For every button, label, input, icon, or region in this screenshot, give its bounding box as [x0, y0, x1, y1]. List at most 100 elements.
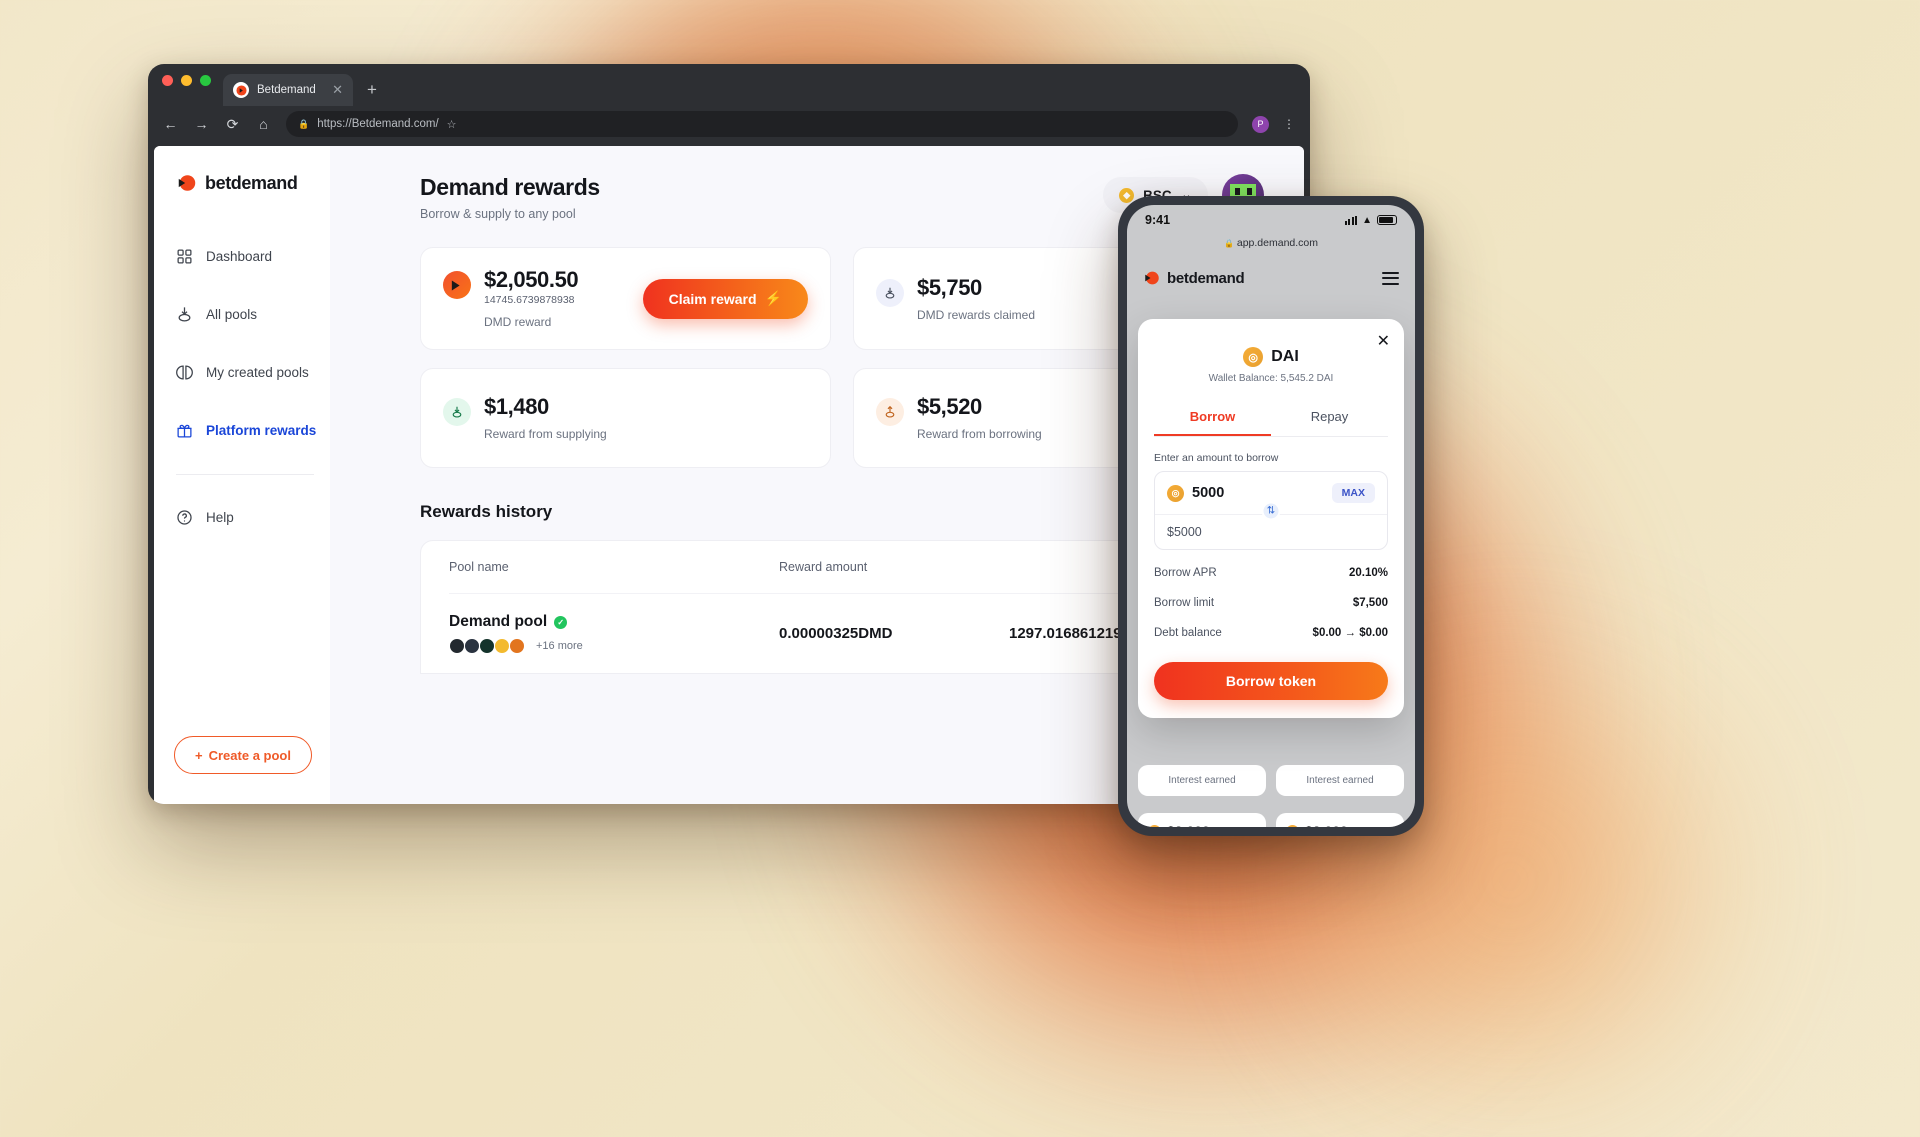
amount-field-label: Enter an amount to borrow — [1154, 452, 1279, 464]
bookmark-star-icon[interactable]: ☆ — [447, 118, 457, 131]
menu-icon[interactable]: ⋮ — [1283, 117, 1296, 131]
phone-mockup: 9:41 ▲ 🔒 app.demand.com betdemand Intere… — [1118, 196, 1424, 836]
pool-cell: Demand pool ✓ +16 more — [449, 613, 779, 655]
battery-icon — [1377, 215, 1397, 225]
window-controls[interactable] — [162, 64, 211, 106]
detail-key: Debt balance — [1154, 627, 1222, 639]
maximize-window-button[interactable] — [200, 74, 211, 86]
sidebar-item-platform-rewards[interactable]: Platform rewards — [154, 410, 330, 450]
status-time: 9:41 — [1145, 213, 1171, 227]
phone-url-bar[interactable]: 🔒 app.demand.com — [1127, 235, 1415, 257]
token-avatar — [494, 638, 510, 655]
detail-key: Borrow APR — [1154, 567, 1217, 579]
address-bar[interactable]: 🔒 https://Betdemand.com/ ☆ — [286, 111, 1238, 137]
token-symbol: DAI — [1271, 348, 1299, 365]
behind-interest-labels: Interest earned Interest earned — [1138, 765, 1404, 796]
avatar[interactable]: P — [1252, 115, 1269, 133]
detail-row-borrow-apr: Borrow APR 20.10% — [1154, 558, 1388, 588]
app-name: betdemand — [1167, 269, 1245, 287]
sidebar-item-label: Platform rewards — [206, 422, 317, 438]
reward-value-cell: 1297.0168612191 — [1009, 625, 1130, 643]
question-circle-icon — [176, 509, 193, 526]
pool-name-label: Demand pool — [449, 613, 548, 631]
sidebar-item-label: My created pools — [206, 364, 309, 380]
column-header-reward-amount: Reward amount — [779, 560, 868, 575]
detail-row-borrow-limit: Borrow limit $7,500 — [1154, 588, 1388, 618]
lightning-icon: ⚡ — [764, 290, 782, 307]
wallet-balance: Wallet Balance: 5,545.2 DAI — [1208, 373, 1334, 384]
card-amount: $2,050.50 — [484, 267, 579, 292]
browser-tab[interactable]: Betdemand ✕ — [223, 74, 353, 106]
card-amount: $1,480 — [484, 394, 549, 420]
sidebar-item-dashboard[interactable]: Dashboard — [154, 236, 330, 276]
tab-borrow[interactable]: Borrow — [1154, 400, 1271, 436]
claim-reward-button[interactable]: Claim reward ⚡ — [642, 278, 808, 319]
interest-earned-label: Interest earned — [1306, 775, 1374, 786]
dmd-token-icon — [443, 271, 471, 299]
sidebar: betdemand Dashboard All pools My created… — [154, 146, 330, 804]
behind-interest-values: $2,000 $2,000 — [1138, 813, 1404, 827]
amount-input[interactable]: 5000 — [1192, 485, 1224, 501]
back-icon[interactable]: ← — [162, 116, 179, 132]
token-avatar — [479, 638, 495, 655]
borrow-modal: ✕ ◎ DAI Wallet Balance: 5,545.2 DAI Borr… — [1138, 319, 1404, 718]
sidebar-item-help[interactable]: Help — [154, 497, 330, 537]
pool-name: Demand pool ✓ — [449, 613, 779, 631]
max-button[interactable]: MAX — [1331, 483, 1375, 503]
token-icon — [1286, 824, 1299, 827]
claimed-icon — [876, 278, 904, 307]
app-logo[interactable]: betdemand — [1143, 269, 1245, 287]
pool-token-avatars: +16 more — [449, 638, 779, 655]
reload-icon[interactable]: ⟳ — [224, 116, 241, 133]
interest-earned-value: $2,000 — [1305, 823, 1348, 827]
sidebar-item-label: Help — [206, 509, 234, 525]
betdemand-logo-icon — [176, 172, 198, 194]
page-subtitle: Borrow & supply to any pool — [420, 207, 576, 221]
supply-reward-card: $1,480 Reward from supplying — [420, 368, 831, 469]
phone-url-text: app.demand.com — [1236, 237, 1319, 249]
minimize-window-button[interactable] — [181, 74, 192, 86]
plus-icon: + — [195, 747, 203, 763]
interest-earned-value: $2,000 — [1167, 823, 1210, 827]
sidebar-item-my-created-pools[interactable]: My created pools — [154, 352, 330, 392]
token-avatar — [449, 638, 465, 655]
hamburger-menu-icon[interactable] — [1382, 271, 1399, 285]
tab-title: Betdemand — [257, 84, 316, 96]
browser-urlbar: ← → ⟳ ⌂ 🔒 https://Betdemand.com/ ☆ P ⋮ — [148, 106, 1310, 142]
token-avatar — [464, 638, 480, 655]
new-tab-button[interactable]: + — [367, 80, 377, 106]
dai-token-icon: ◎ — [1243, 347, 1264, 367]
interest-earned-label-card: Interest earned — [1276, 765, 1404, 796]
sidebar-item-label: Dashboard — [206, 248, 273, 264]
app-logo[interactable]: betdemand — [154, 172, 330, 194]
supply-icon — [443, 398, 471, 427]
close-icon[interactable]: ✕ — [332, 82, 343, 98]
avatar-eye-right — [1247, 188, 1252, 195]
verified-badge-icon: ✓ — [554, 615, 568, 629]
signal-icon — [1344, 215, 1358, 225]
tab-repay[interactable]: Repay — [1271, 400, 1388, 436]
sidebar-item-all-pools[interactable]: All pools — [154, 294, 330, 334]
card-label: Reward from supplying — [484, 427, 607, 442]
forward-icon[interactable]: → — [193, 116, 210, 132]
home-icon[interactable]: ⌂ — [255, 116, 272, 132]
token-avatar — [509, 638, 525, 655]
detail-row-debt-balance: Debt balance $0.00 → $0.00 — [1154, 618, 1388, 648]
lock-icon: 🔒 — [298, 118, 310, 129]
card-amount: $5,520 — [917, 394, 982, 420]
close-icon[interactable]: ✕ — [1377, 331, 1390, 351]
interest-earned-label: Interest earned — [1168, 775, 1236, 786]
interest-earned-value-card: $2,000 — [1276, 813, 1404, 827]
sidebar-divider — [176, 474, 314, 475]
close-window-button[interactable] — [162, 74, 173, 86]
grid-icon — [176, 248, 193, 265]
borrow-token-button[interactable]: Borrow token — [1154, 662, 1388, 700]
bsc-coin-icon: ◆ — [1119, 187, 1135, 203]
swap-icon[interactable]: ⇅ — [1261, 501, 1281, 520]
tab-favicon-icon — [233, 82, 249, 98]
phone-screen: 9:41 ▲ 🔒 app.demand.com betdemand Intere… — [1127, 205, 1415, 827]
create-pool-button[interactable]: + Create a pool — [174, 736, 312, 774]
card-label: DMD rewards claimed — [917, 307, 1036, 322]
claim-reward-label: Claim reward — [668, 290, 757, 307]
more-tokens-label: +16 more — [536, 640, 583, 653]
